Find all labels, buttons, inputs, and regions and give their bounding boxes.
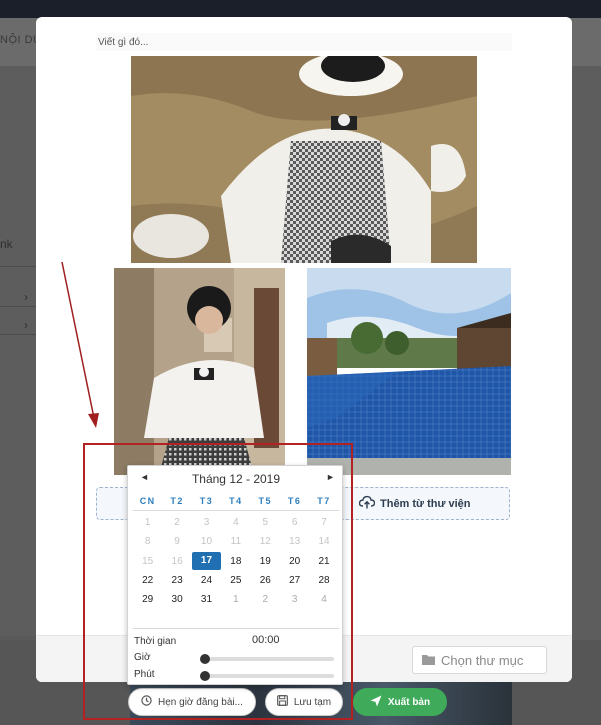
calendar-day: 9 [174,536,180,548]
calendar-day[interactable]: 25 [221,571,250,590]
weekday-label: T2 [170,496,184,506]
weekday-label: T5 [258,496,273,506]
calendar-week: 15 16 17 18 19 20 21 [133,552,339,571]
datepicker-header: Tháng 12 - 2019 ◄ ► [128,472,344,488]
calendar-day[interactable]: 22 [133,571,162,590]
calendar-day: 14 [318,536,330,548]
calendar-day[interactable]: 2 [251,590,280,609]
publish-button[interactable]: Xuất bản [353,688,447,716]
calendar-day[interactable]: 29 [133,590,162,609]
calendar-week: 22 23 24 25 26 27 28 [133,571,339,590]
add-from-library-label: Thêm từ thư viện [380,497,471,510]
calendar-day[interactable]: 26 [251,571,280,590]
folder-select-label: Chọn thư mục [441,652,524,668]
calendar-day: 12 [259,536,271,548]
weekday-header: CN T2 T3 T4 T5 T6 T7 [133,496,339,506]
calendar-day: 1 [144,517,151,529]
calendar-day: 10 [200,536,213,548]
calendar-week: 8 9 10 11 12 13 14 [133,532,339,551]
prev-month-button[interactable]: ◄ [140,472,149,482]
sidebar-divider [0,266,36,267]
calendar-day: 6 [291,517,298,529]
clock-icon [141,695,152,709]
calendar-day: 5 [262,517,269,529]
next-month-button[interactable]: ► [326,472,335,482]
schedule-post-button[interactable]: Hẹn giờ đăng bài... [128,688,256,716]
minute-label: Phút [134,669,155,680]
calendar-day[interactable]: 1 [221,590,250,609]
hour-slider-handle[interactable] [200,654,210,664]
calendar-day: 7 [321,517,327,529]
publish-label: Xuất bản [387,696,431,708]
calendar-day[interactable]: 24 [192,571,221,590]
calendar-day[interactable]: 19 [251,552,280,571]
selected-day-label: 17 [191,552,221,571]
calendar-day: 8 [144,536,151,548]
chevron-right-icon: › [24,318,28,332]
sidebar-divider [0,334,36,335]
send-icon [370,695,382,710]
calendar-day[interactable]: 28 [309,571,338,590]
app-sidebar: nk › › [0,66,36,636]
app-topbar [0,0,601,18]
app-right-panel [572,66,601,725]
add-from-library-button[interactable]: Thêm từ thư viện [358,495,471,512]
folder-select[interactable]: Chọn thư mục [412,646,547,674]
hour-slider[interactable] [200,654,334,664]
chevron-right-icon: › [24,290,28,304]
time-label: Thời gian [134,636,177,647]
minute-slider[interactable] [200,671,334,681]
datepicker-popup: Tháng 12 - 2019 ◄ ► CN T2 T3 T4 T5 T6 T7… [127,465,343,685]
weekday-label: T4 [229,496,243,506]
calendar-day-selected[interactable]: 17 [191,552,221,571]
attached-photo-1[interactable] [131,56,477,263]
weekday-label: T7 [317,496,331,506]
calendar-grid: 1 2 3 4 5 6 7 8 9 10 11 12 13 14 15 16 1… [133,513,339,609]
save-draft-label: Lưu tạm [293,696,332,708]
schedule-post-label: Hẹn giờ đăng bài... [158,696,243,708]
calendar-day[interactable]: 21 [309,552,338,571]
hour-label: Giờ [134,652,151,663]
sidebar-label: nk [0,237,13,251]
save-draft-button[interactable]: Lưu tạm [265,688,343,716]
time-value: 00:00 [252,634,280,646]
calendar-day[interactable]: 27 [280,571,309,590]
calendar-day[interactable]: 4 [309,590,338,609]
post-text-input[interactable] [96,33,512,51]
calendar-day[interactable]: 18 [221,552,250,571]
weekday-label: T3 [199,496,214,506]
sidebar-divider [0,306,36,307]
calendar-day[interactable]: 23 [162,571,191,590]
calendar-day: 11 [230,536,242,548]
minute-slider-handle[interactable] [200,671,210,681]
calendar-day[interactable]: 30 [162,590,191,609]
time-divider [133,628,339,629]
calendar-day: 13 [289,536,301,548]
calendar-day[interactable]: 3 [280,590,309,609]
calendar-day[interactable]: 31 [192,590,221,609]
calendar-week: 1 2 3 4 5 6 7 [133,513,339,532]
calendar-day[interactable]: 20 [280,552,309,571]
weekday-divider [133,510,339,511]
attached-photo-3[interactable] [307,268,511,475]
calendar-day: 2 [174,517,180,529]
attached-photo-2[interactable] [114,268,285,475]
weekday-label: T6 [287,496,302,506]
calendar-day: 15 [142,555,154,567]
calendar-week: 29 30 31 1 2 3 4 [133,590,339,609]
calendar-day: 3 [203,517,210,529]
weekday-label: CN [139,496,156,506]
calendar-day: 16 [171,555,183,567]
folder-icon [422,653,435,668]
datepicker-month-title: Tháng 12 - 2019 [191,472,281,486]
calendar-day: 4 [233,517,239,529]
cloud-upload-icon [358,495,376,512]
save-icon [276,695,288,709]
